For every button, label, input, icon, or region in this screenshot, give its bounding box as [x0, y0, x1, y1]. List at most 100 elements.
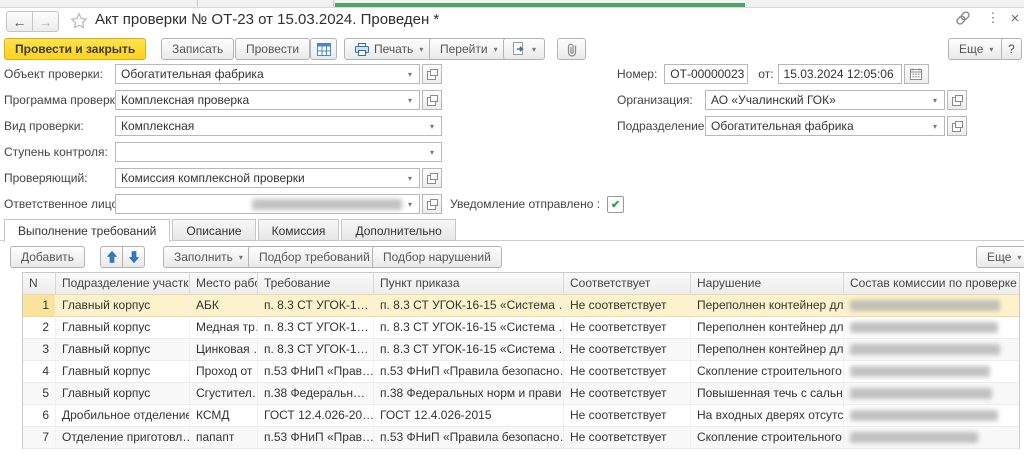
cell-compliance[interactable]: Не соответствует: [564, 383, 691, 404]
post-and-close-button[interactable]: Провести и закрыть: [4, 38, 146, 60]
open-icon[interactable]: [422, 168, 442, 188]
table-row[interactable]: 6 Дробильное отделение КСМД ГОСТ 12.4.02…: [23, 405, 1019, 427]
table-row[interactable]: 1 Главный корпус АБК п. 8.3 СТ УГОК-1… п…: [23, 294, 1019, 317]
chevron-down-icon[interactable]: ▾: [927, 122, 943, 131]
cell-order-item[interactable]: п. 8.3 СТ УГОК-16-15 «Система …: [374, 295, 564, 316]
cell-department[interactable]: Отделение приготовл…: [56, 427, 190, 448]
tab-additional[interactable]: Дополнительно: [341, 219, 455, 241]
cell-compliance[interactable]: Не соответствует: [564, 361, 691, 382]
field-input[interactable]: Комплексная ▾: [115, 116, 442, 136]
chevron-down-icon[interactable]: ▾: [927, 96, 943, 105]
calendar-icon[interactable]: [904, 64, 929, 84]
cell-requirement[interactable]: п. 8.3 СТ УГОК-1…: [258, 295, 374, 316]
header-department[interactable]: Подразделение участка: [56, 273, 190, 294]
more-menu-icon[interactable]: ⋮: [984, 9, 1002, 27]
cell-compliance[interactable]: Не соответствует: [564, 339, 691, 360]
cell-violation[interactable]: Переполнен контейнер дл…: [691, 317, 844, 338]
cell-commission[interactable]: [844, 339, 1019, 360]
cell-order-item[interactable]: п. 8.3 СТ УГОК-16-15 «Система …: [374, 339, 564, 360]
header-compliance[interactable]: Соответствует: [564, 273, 691, 294]
pick-requirements-button[interactable]: Подбор требований: [248, 246, 381, 268]
cell-department[interactable]: Главный корпус: [56, 339, 190, 360]
move-down-button[interactable]: [122, 246, 145, 268]
cell-order-item[interactable]: ГОСТ 12.4.026-2015: [374, 405, 564, 426]
report-table-button[interactable]: [310, 38, 337, 60]
attachments-button[interactable]: [557, 38, 586, 60]
header-order-item[interactable]: Пункт приказа: [374, 273, 564, 294]
add-row-button[interactable]: Добавить: [10, 246, 85, 268]
help-button[interactable]: ?: [1001, 38, 1022, 60]
field-input[interactable]: ▾: [115, 142, 442, 162]
cell-department[interactable]: Главный корпус: [56, 317, 190, 338]
cell-n[interactable]: 1: [23, 295, 56, 316]
cell-workplace[interactable]: Медная тр…: [190, 317, 258, 338]
cell-workplace[interactable]: папапт: [190, 427, 258, 448]
cell-requirement[interactable]: ГОСТ 12.4.026-20…: [258, 405, 374, 426]
cell-workplace[interactable]: КСМД: [190, 405, 258, 426]
cell-compliance[interactable]: Не соответствует: [564, 295, 691, 316]
cell-department[interactable]: Дробильное отделение: [56, 405, 190, 426]
field-input[interactable]: Обогатительная фабрика ▾: [115, 64, 420, 84]
cell-violation[interactable]: Скопление строительного …: [691, 427, 844, 448]
move-up-button[interactable]: [100, 246, 123, 268]
number-input[interactable]: ОТ-00000023: [664, 64, 748, 84]
open-icon[interactable]: [422, 64, 442, 84]
header-n[interactable]: N: [23, 273, 56, 294]
cell-n[interactable]: 4: [23, 361, 56, 382]
organization-input[interactable]: АО «Учалинский ГОК» ▾: [705, 90, 945, 110]
save-button[interactable]: Записать: [161, 38, 234, 60]
chevron-down-icon[interactable]: ▾: [402, 200, 418, 209]
open-icon[interactable]: [422, 194, 442, 214]
open-icon[interactable]: [947, 90, 967, 110]
cell-violation[interactable]: Переполнен контейнер дл…: [691, 339, 844, 360]
get-link-icon[interactable]: [954, 9, 972, 27]
table-row[interactable]: 2 Главный корпус Медная тр… п. 8.3 СТ УГ…: [23, 317, 1019, 339]
cell-n[interactable]: 2: [23, 317, 56, 338]
cell-order-item[interactable]: п.53 ФНиП «Правила безопасно…: [374, 427, 564, 448]
cell-violation[interactable]: На входных дверях отсутс…: [691, 405, 844, 426]
chevron-down-icon[interactable]: ▾: [424, 122, 440, 131]
close-icon[interactable]: ×: [1006, 9, 1024, 27]
cell-workplace[interactable]: Проход от …: [190, 361, 258, 382]
forward-button[interactable]: →: [32, 11, 59, 32]
field-input[interactable]: Комиссия комплексной проверки ▾: [115, 168, 420, 188]
fill-button[interactable]: Заполнить ▾: [163, 246, 254, 268]
cell-commission[interactable]: [844, 361, 1019, 382]
cell-commission[interactable]: [844, 405, 1019, 426]
cell-violation[interactable]: Переполнен контейнер дл…: [691, 295, 844, 316]
cell-violation[interactable]: Повышенная течь с сальн…: [691, 383, 844, 404]
chevron-down-icon[interactable]: ▾: [402, 96, 418, 105]
cell-compliance[interactable]: Не соответствует: [564, 317, 691, 338]
tab-commission[interactable]: Комиссия: [258, 219, 340, 241]
cell-commission[interactable]: [844, 317, 1019, 338]
pick-violations-button[interactable]: Подбор нарушений: [372, 246, 502, 268]
cell-workplace[interactable]: АБК: [190, 295, 258, 316]
back-button[interactable]: ←: [6, 11, 33, 32]
cell-compliance[interactable]: Не соответствует: [564, 405, 691, 426]
cell-commission[interactable]: [844, 295, 1019, 316]
field-input[interactable]: Комплексная проверка ▾: [115, 90, 420, 110]
tab-requirements[interactable]: Выполнение требований: [4, 219, 170, 242]
table-row[interactable]: 5 Главный корпус Сгустител… п.38 Федерал…: [23, 383, 1019, 405]
tab-description[interactable]: Описание: [172, 219, 255, 241]
cell-order-item[interactable]: п.38 Федеральных норм и прави…: [374, 383, 564, 404]
cell-requirement[interactable]: п.38 Федеральн…: [258, 383, 374, 404]
chevron-down-icon[interactable]: ▾: [402, 174, 418, 183]
print-button[interactable]: Печать ▾: [344, 38, 434, 60]
table-row[interactable]: 4 Главный корпус Проход от … п.53 ФНиП «…: [23, 361, 1019, 383]
header-commission[interactable]: Состав комиссии по проверке: [844, 273, 1019, 294]
table-row[interactable]: 7 Отделение приготовл… папапт п.53 ФНиП …: [23, 427, 1019, 449]
chevron-down-icon[interactable]: ▾: [424, 148, 440, 157]
header-violation[interactable]: Нарушение: [691, 273, 844, 294]
cell-requirement[interactable]: п. 8.3 СТ УГОК-1…: [258, 317, 374, 338]
chevron-down-icon[interactable]: ▾: [402, 70, 418, 79]
goto-button[interactable]: Перейти ▾: [429, 38, 509, 60]
cell-n[interactable]: 3: [23, 339, 56, 360]
cell-requirement[interactable]: п. 8.3 СТ УГОК-1…: [258, 339, 374, 360]
date-input[interactable]: 15.03.2024 12:05:06: [778, 64, 902, 84]
cell-n[interactable]: 6: [23, 405, 56, 426]
header-requirement[interactable]: Требование: [258, 273, 374, 294]
cell-department[interactable]: Главный корпус: [56, 295, 190, 316]
cell-order-item[interactable]: п.53 ФНиП «Правила безопасно…: [374, 361, 564, 382]
notification-checkbox[interactable]: ✔: [607, 196, 624, 213]
